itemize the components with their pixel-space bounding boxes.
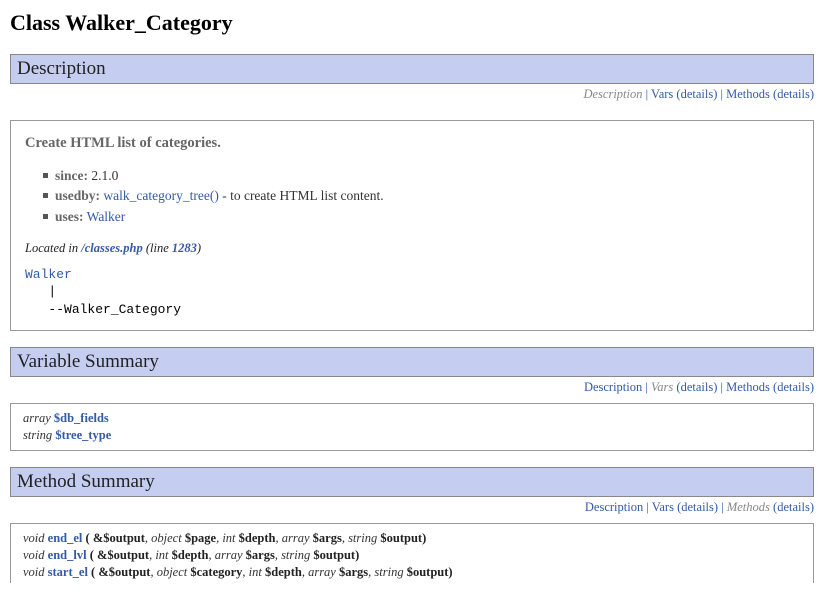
var-type: string [23,428,55,442]
method-name-link[interactable]: end_lvl [48,548,87,562]
meta-label: uses: [55,209,84,224]
var-type: array [23,411,54,425]
section-description: Description Description | Vars (details)… [10,54,814,331]
section-heading-vars: Variable Summary [10,347,814,377]
inheritance-tree: Walker | --Walker_Category [25,266,799,319]
param-name: $output [380,531,422,545]
var-name-link[interactable]: $tree_type [55,428,111,442]
param-name: $depth [265,565,302,579]
nav-methods-details-link2[interactable]: details [777,380,810,394]
param-name: $output [407,565,449,579]
nav-methods-link[interactable]: Methods [726,87,770,101]
param-type: array [215,548,246,562]
var-name-link[interactable]: $db_fields [54,411,109,425]
method-return-type: void [23,531,48,545]
section-var-summary: Variable Summary Description | Vars (det… [10,347,814,451]
paren-close: ) [355,548,359,562]
param-name: &$output [98,565,150,579]
nav-vars-details-link[interactable]: details [681,87,714,101]
nav-description-disabled: Description [583,87,642,101]
param-name: $depth [239,531,276,545]
tree-self: Walker_Category [64,302,181,317]
method-name-link[interactable]: end_el [48,531,83,545]
paren-close: ) [448,565,452,579]
meta-link[interactable]: Walker [87,209,126,224]
nav-vars-details-link3[interactable]: details [681,500,714,514]
nav-vars-link2[interactable]: Vars [652,500,674,514]
param-name: $args [313,531,342,545]
method-line: void start_el ( &$output, object $catego… [23,564,801,581]
var-line: array $db_fields [23,410,801,427]
nav-links-vars: Description | Vars (details) | Methods (… [10,380,814,395]
description-box: Create HTML list of categories. since: 2… [10,120,814,331]
paren-open: ( [82,531,92,545]
meta-link[interactable]: walk_category_tree() [103,188,218,203]
param-type: int [222,531,238,545]
param-type: array [308,565,339,579]
description-lead: Create HTML list of categories. [25,135,799,152]
paren-close: ) [422,531,426,545]
param-type: object [157,565,191,579]
section-heading-methods: Method Summary [10,467,814,497]
paren-open: ( [88,565,98,579]
meta-item: uses: Walker [55,207,799,227]
methods-box: void end_el ( &$output, object $page, in… [10,523,814,583]
param-name: $page [185,531,216,545]
meta-text: 2.1.0 [91,168,118,183]
located-file-link[interactable]: /classes.php [81,241,142,255]
param-name: &$output [93,531,145,545]
nav-links-methods: Description | Vars (details) | Methods (… [10,500,814,515]
nav-methods-details-link[interactable]: details [777,87,810,101]
nav-description-link[interactable]: Description [584,380,642,394]
located-line: Located in /classes.php (line 1283) [25,241,799,256]
paren-open: ( [87,548,97,562]
method-line: void end_el ( &$output, object $page, in… [23,530,801,547]
nav-methods-details-link3[interactable]: details [777,500,810,514]
param-name: $args [339,565,368,579]
section-method-summary: Method Summary Description | Vars (detai… [10,467,814,583]
meta-item: usedby: walk_category_tree() - to create… [55,186,799,206]
tree-parent-link[interactable]: Walker [25,267,72,282]
param-name: &$output [97,548,149,562]
located-line-link[interactable]: 1283 [172,241,197,255]
param-name: $category [190,565,242,579]
method-return-type: void [23,548,48,562]
var-line: string $tree_type [23,427,801,444]
vars-box: array $db_fieldsstring $tree_type [10,403,814,451]
page-title: Class Walker_Category [10,10,814,36]
param-name: $depth [172,548,209,562]
meta-item: since: 2.1.0 [55,166,799,186]
method-name-link[interactable]: start_el [48,565,88,579]
nav-vars-link[interactable]: Vars [651,87,673,101]
section-heading-description: Description [10,54,814,84]
nav-vars-disabled: Vars [651,380,673,394]
param-type: array [282,531,313,545]
param-type: string [281,548,313,562]
nav-vars-details-link2[interactable]: details [681,380,714,394]
param-type: string [348,531,380,545]
param-type: object [151,531,185,545]
meta-label: since: [55,168,88,183]
nav-links-description: Description | Vars (details) | Methods (… [10,87,814,102]
param-type: int [249,565,265,579]
meta-list: since: 2.1.0usedby: walk_category_tree()… [25,166,799,227]
method-return-type: void [23,565,48,579]
meta-text: - to create HTML list content. [219,188,384,203]
nav-methods-disabled: Methods [727,500,770,514]
param-name: $args [246,548,275,562]
nav-description-link2[interactable]: Description [585,500,643,514]
meta-label: usedby: [55,188,100,203]
nav-methods-link2[interactable]: Methods [726,380,770,394]
param-type: string [374,565,406,579]
method-line: void end_lvl ( &$output, int $depth, arr… [23,547,801,564]
param-type: int [155,548,171,562]
param-name: $output [313,548,355,562]
